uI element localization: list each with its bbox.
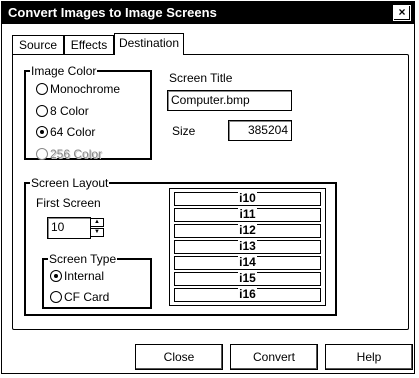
convert-button[interactable]: Convert bbox=[230, 344, 318, 370]
screen-row[interactable]: i14 bbox=[174, 254, 321, 270]
radio-label: Monochrome bbox=[50, 82, 121, 96]
screen-layout-list[interactable]: i10 i11 i12 i13 i14 i15 i16 bbox=[169, 188, 326, 306]
screen-row[interactable]: i15 bbox=[174, 270, 321, 286]
tab-effects[interactable]: Effects bbox=[64, 35, 114, 54]
screen-row[interactable]: i10 bbox=[174, 190, 321, 206]
screen-layout-legend: Screen Layout bbox=[31, 176, 109, 190]
radio-dot-selected bbox=[50, 270, 62, 282]
size-field: 385204 bbox=[228, 120, 292, 141]
screen-title-input[interactable]: Computer.bmp bbox=[167, 90, 292, 111]
first-screen-label: First Screen bbox=[36, 196, 101, 210]
radio-label: 256 Color bbox=[50, 147, 103, 161]
window-title: Convert Images to Image Screens bbox=[8, 5, 217, 20]
radio-dot bbox=[36, 148, 48, 160]
first-screen-input[interactable]: 10 bbox=[47, 217, 91, 239]
close-window-button[interactable]: × bbox=[393, 5, 411, 21]
screen-type-legend: Screen Type bbox=[49, 252, 117, 266]
screen-row[interactable]: i11 bbox=[174, 206, 321, 222]
radio-label: CF Card bbox=[64, 290, 110, 304]
radio-dot-selected bbox=[36, 126, 48, 138]
screen-row[interactable]: i13 bbox=[174, 238, 321, 254]
screen-title-label: Screen Title bbox=[169, 71, 233, 85]
tab-source[interactable]: Source bbox=[12, 35, 64, 54]
convert-images-dialog: Convert Images to Image Screens × Source… bbox=[1, 1, 415, 374]
spin-down-button[interactable]: ▼ bbox=[90, 228, 104, 237]
radio-label: 64 Color bbox=[50, 125, 96, 139]
radio-label: Internal bbox=[64, 269, 105, 283]
tab-destination[interactable]: Destination bbox=[114, 33, 184, 55]
radio-dot bbox=[50, 291, 62, 303]
radio-dot bbox=[36, 105, 48, 117]
screen-row[interactable]: i12 bbox=[174, 222, 321, 238]
radio-dot bbox=[36, 83, 48, 95]
spin-up-button[interactable]: ▲ bbox=[90, 218, 104, 227]
title-bar[interactable]: Convert Images to Image Screens × bbox=[2, 2, 414, 24]
screen-row[interactable]: i16 bbox=[174, 286, 321, 302]
size-label: Size bbox=[172, 124, 196, 138]
image-color-legend: Image Color bbox=[31, 64, 97, 78]
help-button[interactable]: Help bbox=[325, 344, 413, 370]
radio-label: 8 Color bbox=[50, 104, 89, 118]
close-button[interactable]: Close bbox=[135, 344, 223, 370]
